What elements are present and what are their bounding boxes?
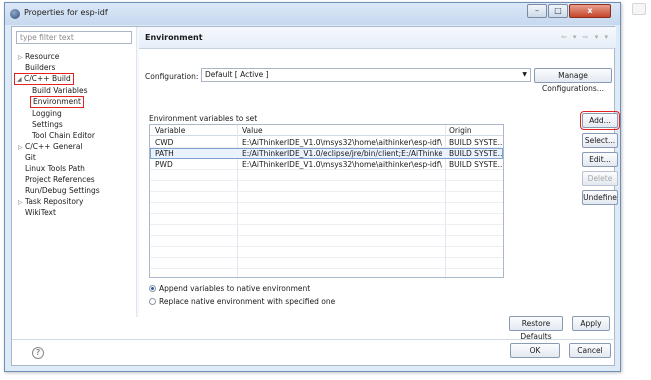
help-icon[interactable]: ?	[32, 347, 44, 359]
dialog-content: ▷Resource Builders ◢C/C++ Build Build Va…	[11, 26, 620, 366]
cell-origin: BUILD SYSTE...	[449, 138, 504, 147]
table-row-empty	[150, 225, 503, 236]
apply-button[interactable]: Apply	[572, 316, 610, 331]
column-value[interactable]: Value	[242, 126, 263, 136]
eclipse-app-icon	[10, 9, 20, 19]
add-button[interactable]: Add...	[580, 111, 620, 130]
table-row-empty	[150, 247, 503, 258]
table-row-empty	[150, 192, 503, 203]
append-radio-label: Append variables to native environment	[159, 284, 311, 293]
tree-item-label: Git	[25, 153, 36, 162]
tree-item-label: C/C++ General	[25, 142, 83, 151]
footer-divider	[12, 339, 616, 340]
tree-item-label: Settings	[32, 120, 63, 129]
background-window-control	[632, 3, 646, 15]
select-button[interactable]: Select...	[582, 133, 618, 148]
title-bar[interactable]: Properties for esp-idf – □ x	[5, 3, 620, 25]
tree-item-label: C/C++ Build	[24, 74, 71, 83]
replace-radio-option[interactable]: Replace native environment with specifie…	[149, 297, 335, 307]
delete-button[interactable]: Delete	[582, 171, 618, 186]
tree-item-environment[interactable]: Environment	[30, 96, 84, 108]
undefine-button[interactable]: Undefine	[582, 190, 618, 205]
env-variables-table[interactable]: Variable Value Origin CWD E:\AiThinkerID…	[149, 124, 504, 278]
tree-item-label: Project References	[25, 175, 95, 184]
tree-item-label: Build Variables	[32, 86, 88, 95]
table-row-selected[interactable]: PATH E:/AiThinkerIDE_V1.0/eclipse/jre/bi…	[150, 148, 503, 159]
tree-item-label: Tool Chain Editor	[32, 131, 95, 140]
expand-arrow-icon[interactable]: ▷	[18, 197, 25, 208]
expand-arrow-icon[interactable]: ▷	[18, 52, 25, 63]
table-row-empty	[150, 236, 503, 247]
table-row-empty	[150, 214, 503, 225]
cell-variable: PATH	[155, 149, 174, 158]
close-button[interactable]: x	[569, 4, 611, 18]
tree-item-task-repository[interactable]: ▷ Task Repository	[18, 196, 83, 207]
environment-page: Environment ⇦ ▾ ⇨ ▾ ▾ Configuration: Def…	[139, 27, 620, 317]
tree-item-label: WikiText	[25, 208, 56, 217]
radio-checked-icon[interactable]	[149, 285, 156, 292]
configuration-value: Default [ Active ]	[205, 70, 269, 79]
cell-value: E:\AiThinkerIDE_V1.0\msys32\home\aithink…	[242, 138, 442, 147]
cell-variable: CWD	[155, 138, 174, 147]
tree-item-resource[interactable]: ▷ Resource	[18, 51, 59, 62]
edit-button[interactable]: Edit...	[582, 152, 618, 167]
configuration-label: Configuration:	[145, 72, 199, 81]
column-variable[interactable]: Variable	[155, 126, 185, 136]
page-title: Environment	[145, 33, 203, 42]
cell-value: E:\AiThinkerIDE_V1.0\msys32\home\aithink…	[242, 160, 442, 169]
cancel-button[interactable]: Cancel	[569, 343, 611, 358]
radio-unchecked-icon[interactable]	[149, 298, 156, 305]
cell-value: E:/AiThinkerIDE_V1.0/eclipse/jre/bin/cli…	[242, 149, 442, 158]
table-row[interactable]: CWD E:\AiThinkerIDE_V1.0\msys32\home\ait…	[150, 137, 503, 148]
tree-item-build-variables[interactable]: Build Variables	[32, 85, 88, 96]
tree-item-git[interactable]: Git	[25, 152, 36, 163]
tree-item-label: Linux Tools Path	[25, 164, 85, 173]
tree-item-label: Logging	[32, 109, 62, 118]
tree-item-tool-chain-editor[interactable]: Tool Chain Editor	[32, 130, 95, 141]
cell-variable: PWD	[155, 160, 173, 169]
tree-item-settings[interactable]: Settings	[32, 119, 63, 130]
tree-item-label: Environment	[33, 97, 81, 106]
window-title: Properties for esp-idf	[24, 8, 108, 17]
restore-defaults-button[interactable]: Restore Defaults	[509, 316, 563, 341]
env-variables-label: Environment variables to set	[149, 114, 258, 123]
tree-item-builders[interactable]: Builders	[25, 62, 55, 73]
table-row-empty	[150, 203, 503, 214]
maximize-button[interactable]: □	[548, 4, 568, 18]
tree-item-label: Run/Debug Settings	[25, 186, 100, 195]
tree-item-logging[interactable]: Logging	[32, 108, 62, 119]
table-row-empty	[150, 181, 503, 192]
tree-item-cpp-build[interactable]: ◢ C/C++ Build	[14, 73, 74, 85]
ok-button[interactable]: OK	[510, 343, 560, 358]
properties-dialog: Properties for esp-idf – □ x ▷Resource B…	[4, 2, 621, 372]
page-header: Environment ⇦ ▾ ⇨ ▾ ▾	[139, 27, 616, 49]
table-row-empty	[150, 258, 503, 269]
column-origin[interactable]: Origin	[449, 126, 472, 136]
chevron-down-icon: ▼	[522, 71, 527, 78]
append-radio-option[interactable]: Append variables to native environment	[149, 284, 310, 294]
tree-item-label: Builders	[25, 63, 56, 72]
table-header: Variable Value Origin	[150, 125, 503, 136]
tree-item-cpp-general[interactable]: ▷ C/C++ General	[18, 141, 83, 152]
tree-item-wikitext[interactable]: WikiText	[25, 207, 56, 218]
expand-arrow-icon[interactable]: ▷	[18, 142, 25, 153]
replace-radio-label: Replace native environment with specifie…	[159, 297, 336, 306]
cell-origin: BUILD SYSTE...	[449, 160, 504, 169]
table-row[interactable]: PWD E:\AiThinkerIDE_V1.0\msys32\home\ait…	[150, 159, 503, 170]
tree-item-label: Resource	[25, 52, 60, 61]
history-nav-icon[interactable]: ⇦ ▾ ⇨ ▾ ▾	[561, 33, 610, 41]
filter-input[interactable]	[16, 31, 132, 44]
minimize-button[interactable]: –	[527, 4, 547, 18]
tree-item-linux-tools-path[interactable]: Linux Tools Path	[25, 163, 85, 174]
tree-item-run-debug-settings[interactable]: Run/Debug Settings	[25, 185, 100, 196]
manage-configurations-button[interactable]: Manage Configurations...	[534, 68, 612, 93]
collapse-arrow-icon[interactable]: ◢	[17, 75, 24, 85]
cell-origin: BUILD SYSTE...	[449, 149, 504, 158]
table-row-empty	[150, 170, 503, 181]
configuration-select[interactable]: Default [ Active ] ▼	[201, 68, 531, 82]
tree-item-project-references[interactable]: Project References	[25, 174, 95, 185]
tree-item-label: Task Repository	[25, 197, 84, 206]
